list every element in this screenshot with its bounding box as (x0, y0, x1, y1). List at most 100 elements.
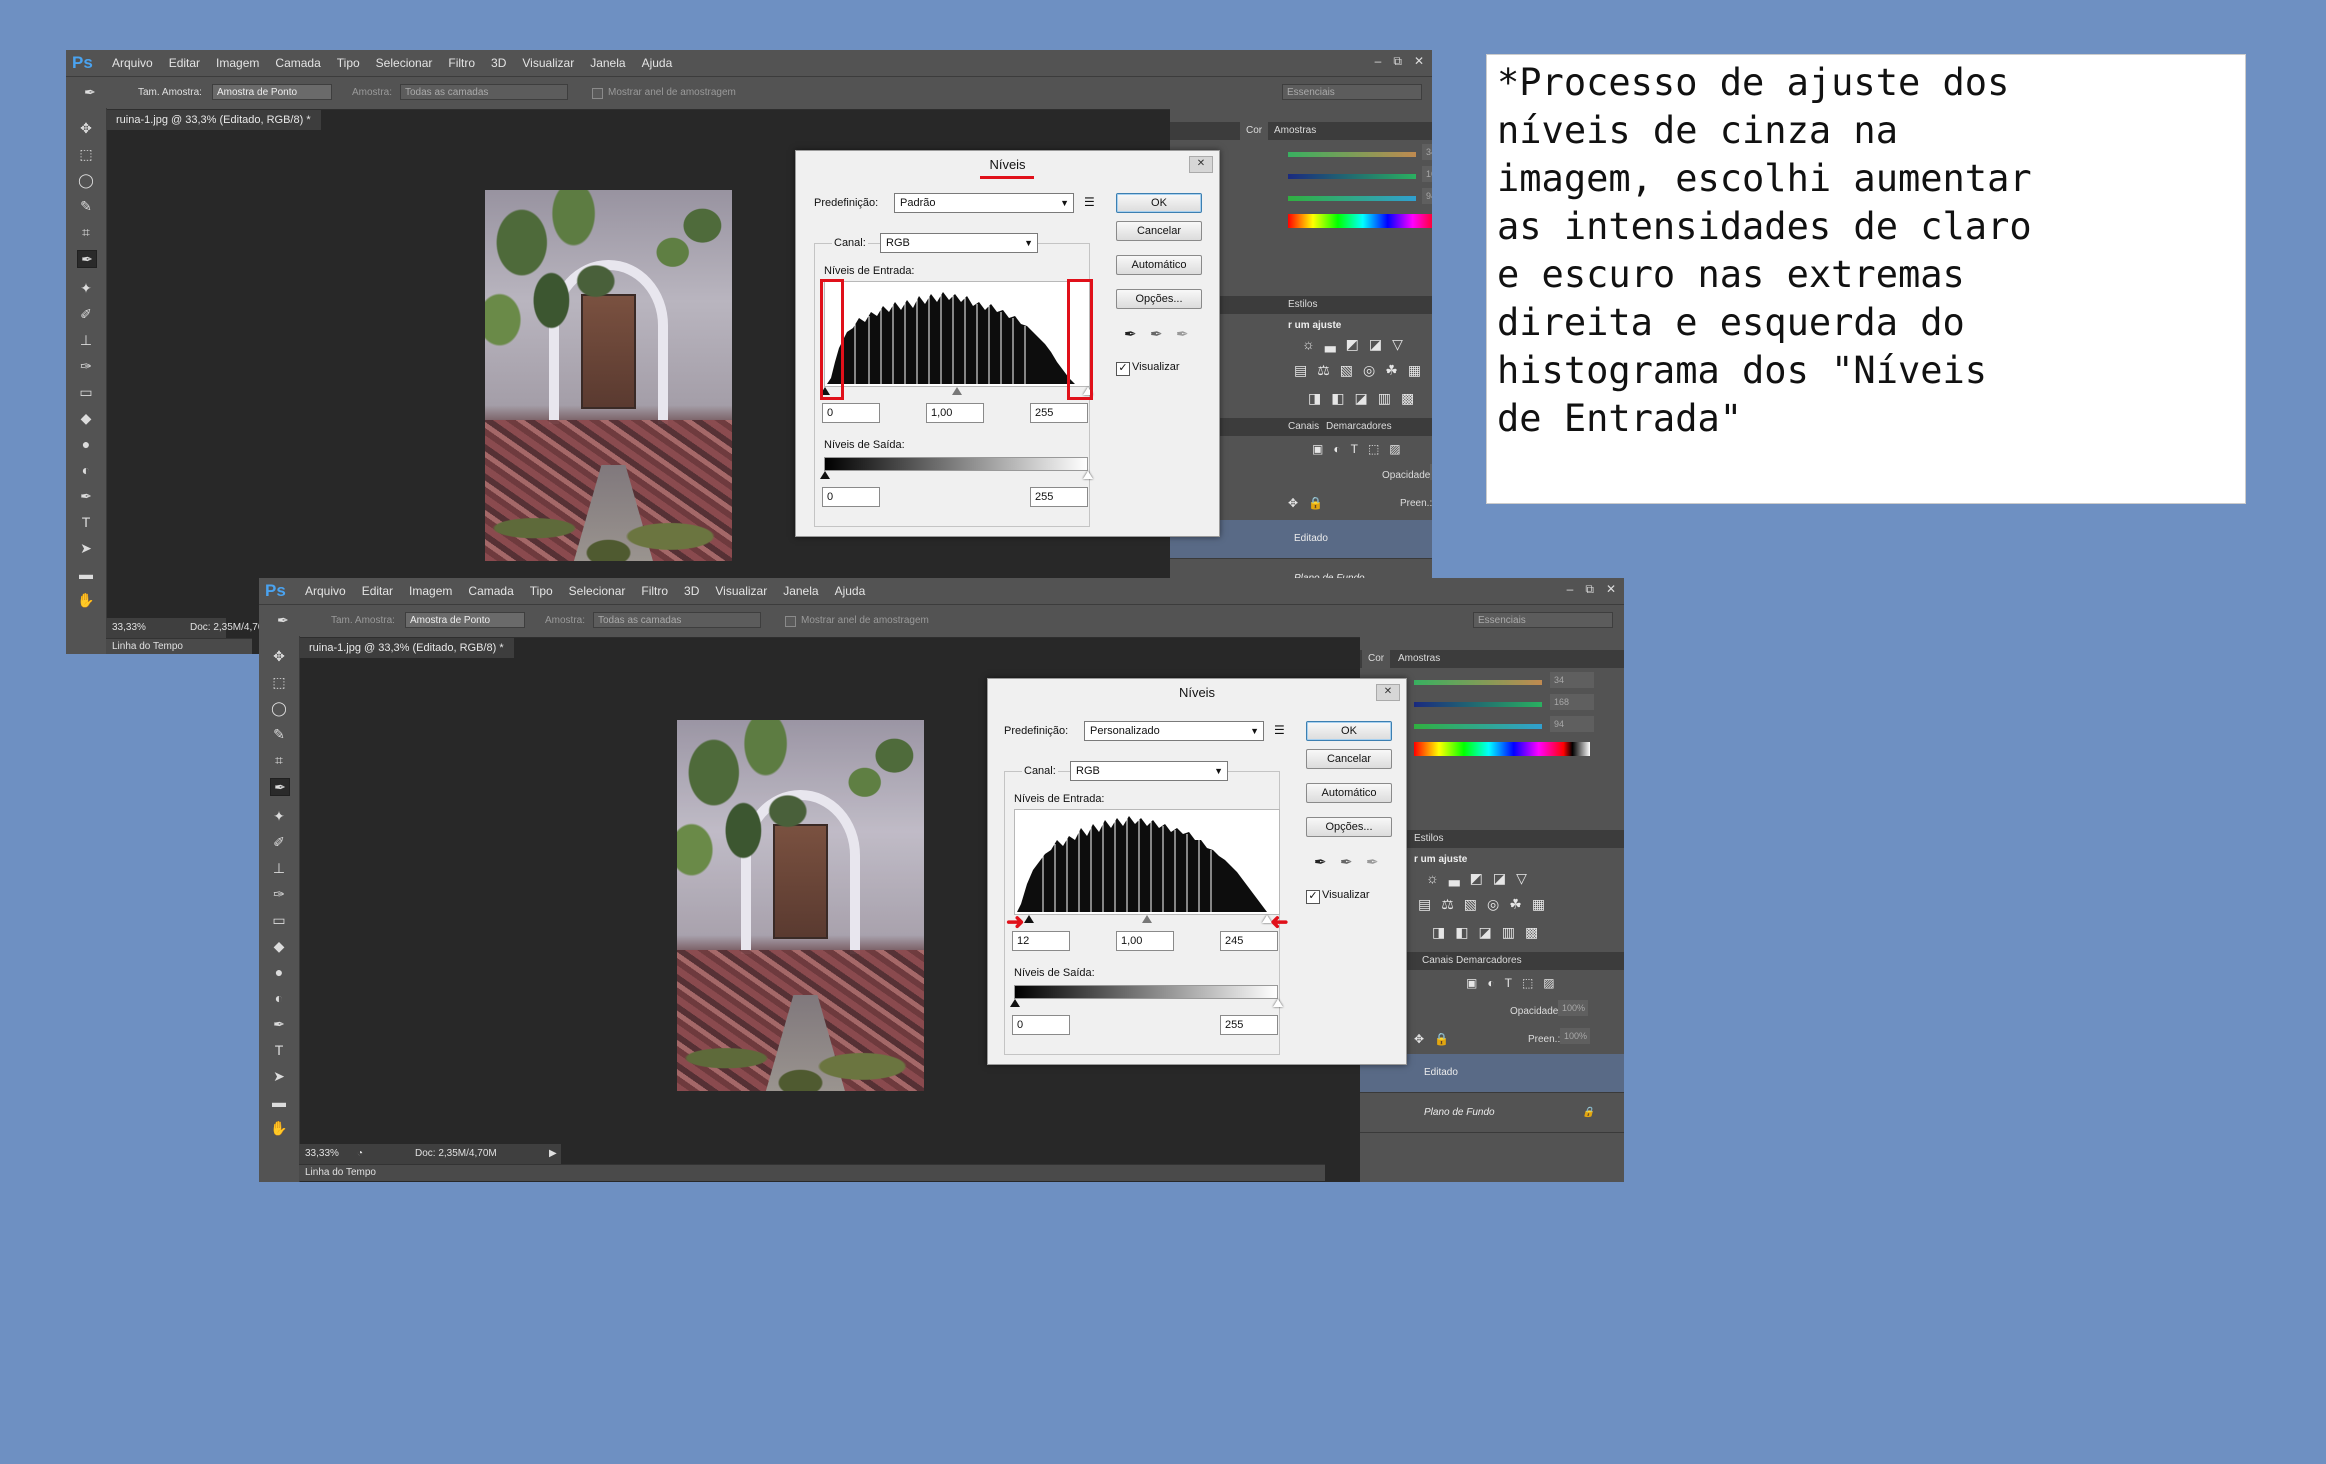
brightness-icon[interactable]: ☼ (1426, 870, 1439, 887)
workspace-select[interactable]: Essenciais (1282, 84, 1422, 100)
gray-eyedropper-icon[interactable]: ✒ (1340, 853, 1353, 871)
menu-arquivo[interactable]: Arquivo (112, 56, 153, 70)
output-black-slider[interactable] (1010, 999, 1020, 1007)
ok-button[interactable]: OK (1116, 193, 1202, 213)
eyedropper-icon[interactable]: ✒ (277, 612, 289, 629)
filter-adjust-icon[interactable]: ◐ (1487, 976, 1494, 990)
vibrance-icon[interactable]: ▽ (1392, 336, 1403, 353)
gradient-map-icon[interactable]: ▥ (1502, 924, 1515, 941)
menu-3d[interactable]: 3D (491, 56, 506, 70)
opacity-value[interactable]: 100% (1558, 1000, 1588, 1016)
filter-shape-icon[interactable]: ⬚ (1368, 442, 1379, 456)
menu-selecionar[interactable]: Selecionar (376, 56, 433, 70)
input-black-field[interactable]: 0 (822, 403, 880, 423)
color-slider-r[interactable] (1288, 152, 1416, 157)
selective-color-icon[interactable]: ▩ (1401, 390, 1414, 407)
lock-position-icon[interactable]: ✥ (1288, 496, 1298, 510)
marquee-tool-icon[interactable]: ⬚ (77, 146, 95, 162)
hue-sat-icon[interactable]: ▤ (1294, 362, 1307, 379)
close-button[interactable]: ✕ (1606, 582, 1616, 597)
options-button[interactable]: Opções... (1306, 817, 1392, 837)
menu-filtro[interactable]: Filtro (448, 56, 475, 70)
path-select-tool-icon[interactable]: ➤ (77, 540, 95, 556)
color-slider-b[interactable] (1414, 724, 1542, 729)
eyedropper-icon[interactable]: ✒ (84, 84, 96, 101)
posterize-icon[interactable]: ◧ (1455, 924, 1468, 941)
menu-filtro[interactable]: Filtro (641, 584, 668, 598)
invert-icon[interactable]: ◨ (1432, 924, 1445, 941)
close-button[interactable]: ✕ (1414, 54, 1424, 69)
type-tool-icon[interactable]: T (270, 1042, 288, 1058)
filter-adjust-icon[interactable]: ◐ (1333, 442, 1340, 456)
preset-options-icon[interactable]: ☰ (1274, 723, 1285, 737)
input-black-slider[interactable] (1024, 915, 1034, 923)
sample-size-select[interactable]: Amostra de Ponto (405, 612, 525, 628)
ok-button[interactable]: OK (1306, 721, 1392, 741)
preview-checkbox[interactable]: ✓ (1306, 890, 1320, 904)
quick-select-tool-icon[interactable]: ✎ (77, 198, 95, 214)
stamp-tool-icon[interactable]: ⊥ (270, 860, 288, 876)
exposure-icon[interactable]: ◪ (1369, 336, 1382, 353)
dodge-tool-icon[interactable]: ◐ (77, 462, 95, 478)
timeline-panel[interactable]: Linha do Tempo (106, 638, 252, 654)
menu-janela[interactable]: Janela (783, 584, 818, 598)
shape-tool-icon[interactable]: ▬ (270, 1094, 288, 1110)
history-brush-tool-icon[interactable]: ✑ (270, 886, 288, 902)
healing-tool-icon[interactable]: ✦ (77, 280, 95, 296)
color-balance-icon[interactable]: ⚖ (1317, 362, 1330, 379)
dodge-tool-icon[interactable]: ◐ (270, 990, 288, 1006)
color-value-r[interactable]: 34 (1422, 144, 1432, 160)
menu-visualizar[interactable]: Visualizar (715, 584, 767, 598)
quick-select-tool-icon[interactable]: ✎ (270, 726, 288, 742)
crop-tool-icon[interactable]: ⌗ (77, 224, 95, 240)
menu-camada[interactable]: Camada (275, 56, 320, 70)
move-tool-icon[interactable]: ✥ (270, 648, 288, 664)
stamp-tool-icon[interactable]: ⊥ (77, 332, 95, 348)
restore-button[interactable]: ⧉ (1393, 54, 1402, 69)
blur-tool-icon[interactable]: ● (270, 964, 288, 980)
tab-cor[interactable]: Cor (1240, 122, 1269, 140)
timeline-panel[interactable]: Linha do Tempo (299, 1164, 1325, 1181)
menu-janela[interactable]: Janela (590, 56, 625, 70)
path-select-tool-icon[interactable]: ➤ (270, 1068, 288, 1084)
auto-button[interactable]: Automático (1116, 255, 1202, 275)
tab-estilos[interactable]: Estilos (1414, 833, 1443, 844)
tab-canais[interactable]: Canais (1422, 955, 1453, 966)
black-eyedropper-icon[interactable]: ✒ (1124, 325, 1137, 343)
color-spectrum[interactable] (1414, 742, 1590, 756)
tab-demarcadores[interactable]: Demarcadores (1326, 421, 1392, 432)
color-value-g[interactable]: 168 (1422, 166, 1432, 182)
tab-amostras[interactable]: Amostras (1274, 125, 1316, 136)
gradient-map-icon[interactable]: ▥ (1378, 390, 1391, 407)
threshold-icon[interactable]: ◪ (1478, 924, 1491, 941)
threshold-icon[interactable]: ◪ (1354, 390, 1367, 407)
lock-position-icon[interactable]: ✥ (1414, 1032, 1424, 1046)
photo-filter-icon[interactable]: ◎ (1363, 362, 1375, 379)
pen-tool-icon[interactable]: ✒ (270, 1016, 288, 1032)
fill-value[interactable]: 100% (1560, 1028, 1590, 1044)
filter-type-icon[interactable]: T (1505, 976, 1512, 990)
document-tab[interactable]: ruina-1.jpg @ 33,3% (Editado, RGB/8) * (299, 638, 514, 658)
eyedropper-tool-icon[interactable]: ✒ (77, 250, 97, 268)
minimize-button[interactable]: – (1567, 582, 1574, 597)
document-tab[interactable]: ruina-1.jpg @ 33,3% (Editado, RGB/8) * (106, 110, 321, 130)
paint-bucket-tool-icon[interactable]: ◆ (77, 410, 95, 426)
tab-cor[interactable]: Cor (1362, 650, 1391, 668)
healing-tool-icon[interactable]: ✦ (270, 808, 288, 824)
bw-icon[interactable]: ▧ (1340, 362, 1353, 379)
bw-icon[interactable]: ▧ (1464, 896, 1477, 913)
paint-bucket-tool-icon[interactable]: ◆ (270, 938, 288, 954)
minimize-button[interactable]: – (1375, 54, 1382, 69)
color-slider-b[interactable] (1288, 196, 1416, 201)
preset-options-icon[interactable]: ☰ (1084, 195, 1095, 209)
auto-button[interactable]: Automático (1306, 783, 1392, 803)
menu-visualizar[interactable]: Visualizar (522, 56, 574, 70)
color-value-r[interactable]: 34 (1550, 672, 1594, 688)
output-black-slider[interactable] (820, 471, 830, 479)
restore-button[interactable]: ⧉ (1585, 582, 1594, 597)
channel-mixer-icon[interactable]: ☘ (1509, 896, 1522, 913)
menu-tipo[interactable]: Tipo (530, 584, 553, 598)
output-black-field[interactable]: 0 (822, 487, 880, 507)
sampling-ring-checkbox[interactable] (592, 88, 603, 99)
history-brush-tool-icon[interactable]: ✑ (77, 358, 95, 374)
